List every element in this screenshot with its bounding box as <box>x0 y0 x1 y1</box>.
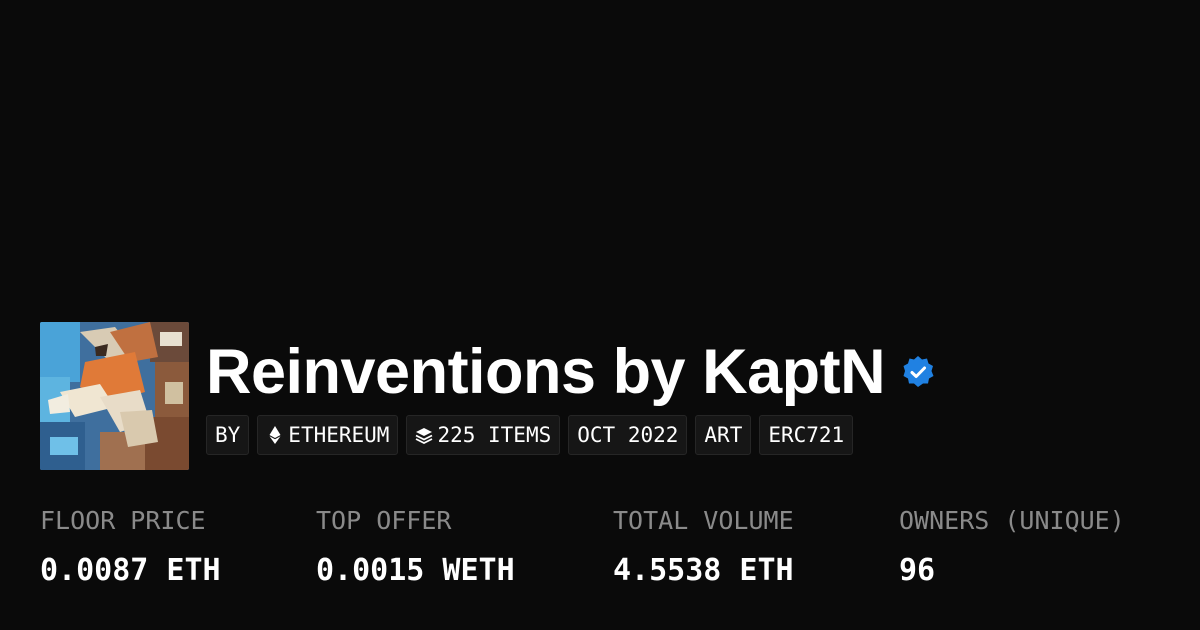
collection-title: Reinventions by KaptN <box>206 337 886 407</box>
layers-icon <box>415 425 433 445</box>
stat-value: 4.5538 ETH <box>613 553 794 588</box>
chip-label: BY <box>215 423 241 447</box>
chip-label: OCT 2022 <box>577 423 679 447</box>
stat-label: TOP OFFER <box>316 506 452 535</box>
ethereum-icon <box>266 425 284 445</box>
collection-chips: BY ETHEREUM 225 ITEMS OCT 2022 ART ERC72… <box>206 415 854 455</box>
chip-by[interactable]: BY <box>206 415 250 455</box>
collection-card: Reinventions by KaptN BY ETHEREUM 225 IT… <box>0 0 1200 630</box>
stat-value: 96 <box>899 553 936 588</box>
stat-owners: OWNERS (UNIQUE) 96 <box>899 504 1125 588</box>
chip-label: ETHEREUM <box>288 423 390 447</box>
stat-value: 0.0015 WETH <box>316 553 515 588</box>
stat-label: OWNERS (UNIQUE) <box>899 506 1125 535</box>
verified-badge-icon <box>901 355 935 389</box>
stat-top-offer: TOP OFFER 0.0015 WETH <box>316 504 515 588</box>
chip-standard: ERC721 <box>759 415 854 455</box>
stat-label: TOTAL VOLUME <box>613 506 794 535</box>
chip-category[interactable]: ART <box>695 415 752 455</box>
chip-label: 225 ITEMS <box>437 423 552 447</box>
title-row: Reinventions by KaptN <box>206 336 935 408</box>
collage-fox-artwork-icon <box>40 322 189 470</box>
stat-floor-price: FLOOR PRICE 0.0087 ETH <box>40 504 221 588</box>
chip-label: ERC721 <box>768 423 845 447</box>
chip-label: ART <box>704 423 743 447</box>
stat-value: 0.0087 ETH <box>40 553 221 588</box>
collection-thumbnail[interactable] <box>40 322 189 470</box>
stat-label: FLOOR PRICE <box>40 506 206 535</box>
chip-date: OCT 2022 <box>568 415 688 455</box>
chip-items[interactable]: 225 ITEMS <box>406 415 561 455</box>
chip-chain[interactable]: ETHEREUM <box>257 415 399 455</box>
stat-total-volume: TOTAL VOLUME 4.5538 ETH <box>613 504 794 588</box>
